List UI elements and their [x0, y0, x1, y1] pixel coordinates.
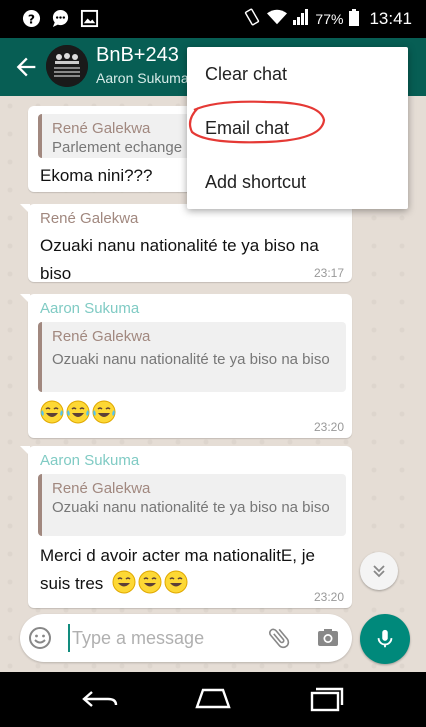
emoji-row — [40, 400, 116, 424]
svg-text:?: ? — [28, 12, 35, 26]
image-icon — [80, 9, 99, 28]
message-time: 23:20 — [313, 420, 344, 434]
message-sender: Aaron Sukuma — [40, 300, 140, 317]
quoted-text: Ozuaki nanu nationalité te ya biso na bi… — [52, 499, 330, 516]
chat-title[interactable]: BnB+243 — [96, 44, 179, 67]
signal-icon — [293, 9, 309, 28]
chat-bubble-icon — [51, 9, 70, 28]
overflow-menu: Clear chat Email chat Add shortcut — [187, 47, 408, 209]
back-icon — [82, 691, 118, 707]
smiling-face-icon — [112, 570, 136, 594]
quoted-sender: René Galekwa — [52, 480, 151, 497]
camera-icon — [318, 629, 338, 646]
battery-percent: 77% — [315, 10, 344, 27]
quoted-message[interactable]: René Galekwa Ozuaki nanu nationalité te … — [38, 474, 346, 536]
group-avatar[interactable] — [46, 45, 88, 87]
composer — [20, 614, 352, 662]
tears-of-joy-icon — [66, 400, 90, 424]
system-nav-bar — [0, 672, 426, 727]
message-bubble[interactable]: René Galekwa Ozuaki nanu nationalité te … — [20, 204, 352, 283]
microphone-icon — [377, 629, 393, 648]
attach-button[interactable] — [266, 625, 292, 651]
message-time: 23:17 — [313, 266, 344, 280]
quoted-text: Ozuaki nanu nationalité te ya biso na bi… — [52, 351, 330, 368]
chat-subtitle: Aaron Sukuma — [96, 70, 189, 86]
nav-recents-button[interactable] — [306, 684, 346, 714]
message-bubble[interactable]: Aaron Sukuma René Galekwa Ozuaki nanu na… — [20, 294, 352, 438]
message-sender: René Galekwa — [40, 210, 139, 227]
menu-item-email-chat[interactable]: Email chat — [187, 101, 408, 155]
message-text: Merci d avoir acter ma nationalitE, je s… — [40, 542, 340, 598]
message-bubble[interactable]: Aaron Sukuma René Galekwa Ozuaki nanu na… — [20, 446, 352, 608]
bubble-tail — [20, 294, 30, 304]
message-sender: Aaron Sukuma — [40, 452, 140, 469]
smiling-face-icon — [164, 570, 188, 594]
help-circle-icon: ? — [22, 9, 41, 28]
emoji-button[interactable] — [28, 626, 52, 650]
recents-icon — [310, 687, 344, 712]
menu-item-clear-chat[interactable]: Clear chat — [187, 47, 408, 101]
quoted-sender: René Galekwa — [52, 120, 151, 137]
camera-button[interactable] — [316, 626, 340, 650]
scroll-to-bottom-button[interactable] — [360, 552, 398, 590]
quoted-message[interactable]: René Galekwa Ozuaki nanu nationalité te … — [38, 322, 346, 392]
nav-back-button[interactable] — [80, 684, 120, 714]
voice-message-button[interactable] — [360, 614, 410, 664]
tears-of-joy-icon — [92, 400, 116, 424]
emoji-row — [112, 570, 188, 594]
quoted-sender: René Galekwa — [52, 328, 151, 345]
home-icon — [195, 688, 231, 709]
message-text: Ozuaki nanu nationalité te ya biso na bi… — [40, 236, 319, 283]
back-arrow-icon[interactable] — [12, 53, 40, 81]
tears-of-joy-icon — [40, 400, 64, 424]
smiling-face-icon — [138, 570, 162, 594]
bubble-tail — [20, 446, 30, 456]
vibrate-icon — [243, 8, 261, 29]
double-chevron-down-icon — [373, 565, 385, 578]
status-bar: ? 77% 13:41 — [0, 0, 426, 38]
message-input[interactable] — [68, 624, 258, 652]
paperclip-icon — [268, 628, 290, 649]
smiley-icon — [29, 627, 51, 649]
bubble-tail — [20, 204, 30, 214]
clock: 13:41 — [369, 8, 412, 28]
menu-item-add-shortcut[interactable]: Add shortcut — [187, 155, 408, 209]
message-time: 23:20 — [313, 590, 344, 604]
nav-home-button[interactable] — [193, 684, 233, 714]
battery-icon — [349, 8, 360, 29]
wifi-icon — [267, 8, 288, 29]
